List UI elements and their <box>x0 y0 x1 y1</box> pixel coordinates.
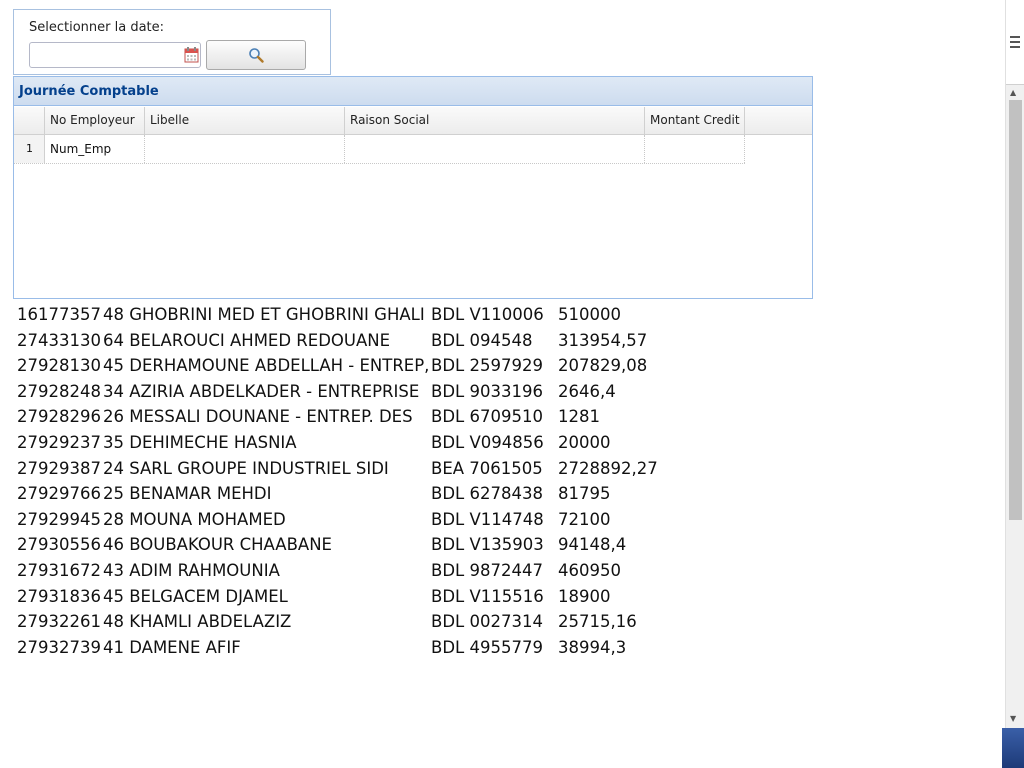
cell-no-employeur[interactable]: Num_Emp <box>45 135 145 163</box>
record-code: 27928130 <box>17 356 101 376</box>
record-amount: 1281 <box>558 407 600 427</box>
record-name: 41 DAMENE AFIF <box>103 637 241 657</box>
record-ref: BDL V115516 <box>431 586 544 606</box>
column-header-no-employeur[interactable]: No Employeur <box>45 107 145 134</box>
cell-montant-credit[interactable] <box>645 135 745 163</box>
record-name: 28 MOUNA MOHAMED <box>103 509 286 529</box>
record-ref: BDL V114748 <box>431 509 544 529</box>
table-row[interactable]: 1 Num_Emp <box>14 135 745 164</box>
record-code: 27928248 <box>17 381 101 401</box>
record-name: 45 DERHAMOUNE ABDELLAH - ENTREP, <box>103 356 430 376</box>
record-amount: 2728892,27 <box>558 458 658 478</box>
record-amount: 313954,57 <box>558 330 648 350</box>
menu-button[interactable] <box>1006 0 1024 85</box>
record-ref: BDL 2597929 <box>431 356 543 376</box>
date-label: Selectionner la date: <box>29 20 165 35</box>
record-code: 16177357 <box>17 305 101 324</box>
record-name: 24 SARL GROUPE INDUSTRIEL SIDI <box>103 458 389 478</box>
record-amount: 18900 <box>558 586 611 606</box>
record-name: 35 DEHIMECHE HASNIA <box>103 432 297 452</box>
scroll-up-arrow-icon[interactable]: ▲ <box>1010 88 1016 98</box>
column-header-libelle[interactable]: Libelle <box>145 107 345 134</box>
hamburger-icon <box>1010 36 1020 48</box>
scrollbar-thumb[interactable] <box>1009 100 1022 520</box>
date-selection-panel: Selectionner la date: <box>13 9 331 75</box>
record-name: 25 BENAMAR MEHDI <box>103 484 272 504</box>
calendar-icon[interactable] <box>184 47 199 63</box>
record-amount: 81795 <box>558 484 611 504</box>
record-name: 46 BOUBAKOUR CHAABANE <box>103 535 332 555</box>
search-button[interactable] <box>206 40 306 70</box>
row-number: 1 <box>14 135 45 163</box>
record-amount: 2646,4 <box>558 381 616 401</box>
cell-libelle[interactable] <box>145 135 345 163</box>
record-amount: 460950 <box>558 560 621 580</box>
cell-raison-social[interactable] <box>345 135 645 163</box>
record-code: 27930556 <box>17 535 101 555</box>
record-ref: BEA 7061505 <box>431 458 543 478</box>
record-amount: 207829,08 <box>558 356 648 376</box>
record-code: 27931672 <box>17 560 101 580</box>
magnifier-icon <box>249 48 264 63</box>
scroll-down-arrow-icon[interactable]: ▼ <box>1010 714 1016 724</box>
record-ref: BDL 094548 <box>431 330 533 350</box>
record-code: 27932261 <box>17 612 101 632</box>
record-name: 43 ADIM RAHMOUNIA <box>103 560 280 580</box>
record-code: 27929387 <box>17 458 101 478</box>
record-ref: BDL 0027314 <box>431 612 543 632</box>
record-ref: BDL V135903 <box>431 535 544 555</box>
record-ref: BDL 6709510 <box>431 407 543 427</box>
record-name: 34 AZIRIA ABDELKADER - ENTREPRISE <box>103 381 420 401</box>
date-input[interactable] <box>29 42 201 68</box>
record-ref: BDL V110006 <box>431 305 544 324</box>
taskbar-corner <box>1002 728 1024 768</box>
record-code: 27932739 <box>17 637 101 657</box>
record-name: 48 KHAMLI ABDELAZIZ <box>103 612 292 632</box>
record-code: 27929945 <box>17 509 101 529</box>
record-ref: BDL 9033196 <box>431 381 543 401</box>
grid-title: Journée Comptable <box>14 77 812 106</box>
record-name: 48 GHOBRINI MED ET GHOBRINI GHALI <box>103 305 425 324</box>
column-header-raison-social[interactable]: Raison Social <box>345 107 645 134</box>
record-code: 27931836 <box>17 586 101 606</box>
record-ref: BDL 4955779 <box>431 637 543 657</box>
vertical-scrollbar[interactable]: ▲ ▼ <box>1005 0 1024 768</box>
record-ref: BDL 6278438 <box>431 484 543 504</box>
record-amount: 510000 <box>558 305 621 324</box>
record-name: 45 BELGACEM DJAMEL <box>103 586 288 606</box>
record-amount: 20000 <box>558 432 611 452</box>
row-number-header <box>14 107 45 134</box>
record-code: 27928296 <box>17 407 101 427</box>
record-code: 27929237 <box>17 432 101 452</box>
record-code: 27929766 <box>17 484 101 504</box>
record-amount: 94148,4 <box>558 535 627 555</box>
journee-comptable-grid: Journée Comptable No Employeur Libelle R… <box>13 76 813 299</box>
record-amount: 72100 <box>558 509 611 529</box>
record-name: 26 MESSALI DOUNANE - ENTREP. DES <box>103 407 413 427</box>
grid-header: No Employeur Libelle Raison Social Monta… <box>14 107 812 135</box>
record-amount: 25715,16 <box>558 612 637 632</box>
record-name: 64 BELAROUCI AHMED REDOUANE <box>103 330 391 350</box>
record-ref: BDL V094856 <box>431 432 544 452</box>
column-header-montant-credit[interactable]: Montant Credit <box>645 107 745 134</box>
record-amount: 38994,3 <box>558 637 627 657</box>
record-code: 27433130 <box>17 330 101 350</box>
record-ref: BDL 9872447 <box>431 560 543 580</box>
